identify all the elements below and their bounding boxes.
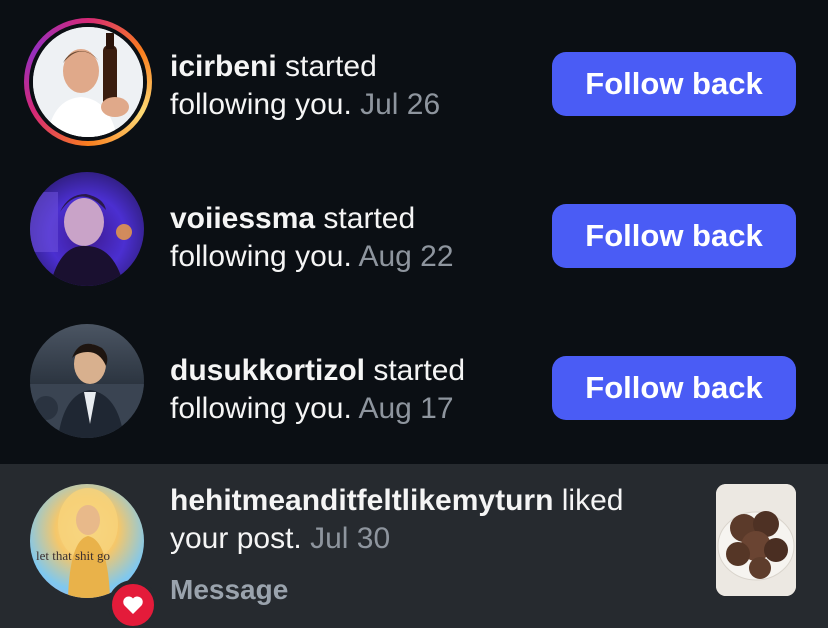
- follow-notification-row[interactable]: icirbeni started following you. Jul 26 F…: [0, 8, 828, 160]
- timestamp: Aug 17: [358, 392, 454, 425]
- follow-notification-row[interactable]: voiiessma started following you. Aug 22 …: [0, 160, 828, 312]
- heart-icon: [108, 580, 158, 628]
- notification-text: dusukkortizol started following you. Aug…: [170, 352, 530, 428]
- follow-back-button[interactable]: Follow back: [552, 356, 796, 420]
- follow-notification-row[interactable]: dusukkortizol started following you. Aug…: [0, 312, 828, 464]
- avatar: [30, 172, 144, 286]
- action-text: started: [315, 202, 416, 235]
- avatar: [30, 324, 144, 438]
- like-notification-row[interactable]: let that shit go hehitmeanditfeltlikemyt…: [0, 464, 828, 628]
- follow-back-button[interactable]: Follow back: [552, 204, 796, 268]
- action-text: started: [365, 354, 466, 387]
- username[interactable]: dusukkortizol: [170, 354, 365, 387]
- action-text: liked: [553, 484, 624, 517]
- username[interactable]: hehitmeanditfeltlikemyturn: [170, 484, 553, 517]
- avatar: [33, 27, 143, 137]
- timestamp: Jul 26: [360, 88, 441, 121]
- notification-text: icirbeni started following you. Jul 26: [170, 48, 530, 124]
- story-ring: [24, 18, 152, 146]
- username[interactable]: voiiessma: [170, 202, 315, 235]
- follow-back-button[interactable]: Follow back: [552, 52, 796, 116]
- post-thumbnail[interactable]: [716, 484, 796, 596]
- action-text: following you.: [170, 392, 352, 425]
- username[interactable]: icirbeni: [170, 50, 277, 83]
- timestamp: Aug 22: [358, 240, 454, 273]
- avatar-caption: let that shit go: [36, 548, 111, 563]
- timestamp: Jul 30: [310, 522, 391, 555]
- avatar-wrapper[interactable]: [30, 172, 144, 286]
- message-link[interactable]: Message: [170, 574, 288, 606]
- avatar-with-story-ring[interactable]: [24, 18, 152, 146]
- avatar-wrapper[interactable]: [30, 324, 144, 438]
- notification-text: voiiessma started following you. Aug 22: [170, 200, 530, 276]
- avatar-wrapper[interactable]: let that shit go: [30, 484, 158, 628]
- activity-feed: icirbeni started following you. Jul 26 F…: [0, 0, 828, 628]
- action-text: your post.: [170, 522, 302, 555]
- notification-text: hehitmeanditfeltlikemyturn liked your po…: [170, 482, 690, 558]
- action-text: started: [276, 50, 377, 83]
- action-text: following you.: [170, 240, 352, 273]
- action-text: following you.: [170, 88, 352, 121]
